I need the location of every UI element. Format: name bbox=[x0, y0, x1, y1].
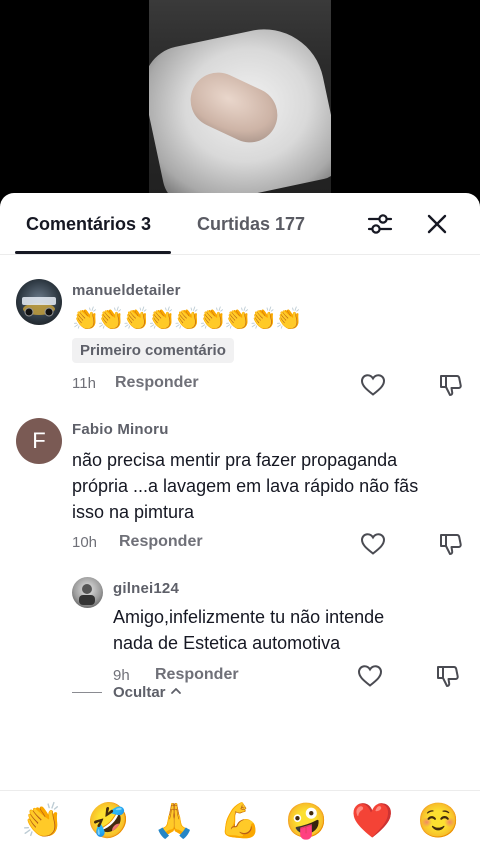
comments-sheet: Comentários 3 Curtidas 177 manueldetaile… bbox=[0, 193, 480, 854]
reaction-heart[interactable]: ❤️ bbox=[351, 801, 393, 841]
dislike-button[interactable] bbox=[438, 531, 464, 557]
filter-button[interactable] bbox=[367, 211, 393, 237]
like-button[interactable] bbox=[360, 532, 386, 556]
like-button[interactable] bbox=[360, 373, 386, 397]
close-button[interactable] bbox=[424, 211, 450, 237]
comment-text-line: Amigo,infelizmente tu não intende bbox=[113, 607, 385, 627]
reaction-muscle[interactable]: 💪 bbox=[219, 801, 261, 841]
tab-bar: Comentários 3 Curtidas 177 bbox=[0, 193, 480, 255]
comment-text-line: própria ...a lavagem em lava rápido não … bbox=[72, 476, 419, 496]
comment-time: 11h bbox=[72, 375, 96, 392]
avatar-logo-icon bbox=[22, 297, 56, 317]
first-comment-badge: Primeiro comentário bbox=[72, 338, 234, 363]
like-button[interactable] bbox=[357, 664, 383, 688]
reaction-smile[interactable]: ☺️ bbox=[417, 801, 459, 841]
avatar[interactable] bbox=[16, 279, 62, 325]
heart-icon bbox=[360, 533, 386, 555]
avatar[interactable] bbox=[72, 577, 103, 608]
avatar-letter: F bbox=[32, 428, 46, 453]
heart-icon bbox=[360, 374, 386, 396]
comment-username[interactable]: gilnei124 bbox=[113, 580, 179, 597]
thumbs-down-icon bbox=[440, 375, 462, 396]
comment-username[interactable]: Fabio Minoru bbox=[72, 421, 169, 438]
hide-replies-divider bbox=[72, 692, 102, 693]
reaction-pray[interactable]: 🙏 bbox=[153, 801, 195, 841]
thumbs-down-icon bbox=[437, 666, 459, 687]
avatar[interactable]: F bbox=[16, 418, 62, 464]
comment-username[interactable]: manueldetailer bbox=[72, 282, 181, 299]
reply-button[interactable]: Responder bbox=[115, 374, 199, 392]
reaction-rofl[interactable]: 🤣 bbox=[87, 801, 129, 841]
reaction-clap[interactable]: 👏 bbox=[21, 801, 63, 841]
video-frame bbox=[149, 0, 331, 220]
dislike-button[interactable] bbox=[435, 663, 461, 689]
sliders-icon bbox=[367, 214, 393, 234]
tab-comments[interactable]: Comentários 3 bbox=[26, 214, 151, 235]
comment-text-line: isso na pimtura bbox=[72, 502, 195, 522]
video-background bbox=[0, 0, 480, 220]
comment-text-line: não precisa mentir pra fazer propaganda bbox=[72, 450, 398, 470]
chevron-up-icon bbox=[170, 688, 181, 694]
comment-time: 9h bbox=[113, 667, 130, 684]
comment-text: 👏👏👏👏👏👏👏👏👏 bbox=[72, 306, 303, 331]
reply-button[interactable]: Responder bbox=[119, 533, 203, 551]
active-tab-indicator bbox=[15, 251, 171, 254]
dislike-button[interactable] bbox=[438, 372, 464, 398]
hide-replies-label: Ocultar bbox=[113, 684, 166, 701]
reaction-zany[interactable]: 🤪 bbox=[285, 801, 327, 841]
thumbs-down-icon bbox=[440, 534, 462, 555]
quick-reactions-bar: 👏 🤣 🙏 💪 🤪 ❤️ ☺️ bbox=[0, 790, 480, 854]
avatar-photo-icon bbox=[79, 584, 95, 605]
comment-text-line: nada de Estetica automotiva bbox=[113, 633, 341, 653]
hide-replies-button[interactable]: Ocultar bbox=[113, 684, 182, 701]
reply-button[interactable]: Responder bbox=[155, 666, 239, 684]
close-icon bbox=[427, 214, 447, 234]
tab-likes[interactable]: Curtidas 177 bbox=[197, 214, 305, 235]
heart-icon bbox=[357, 665, 383, 687]
comment-time: 10h bbox=[72, 534, 98, 551]
